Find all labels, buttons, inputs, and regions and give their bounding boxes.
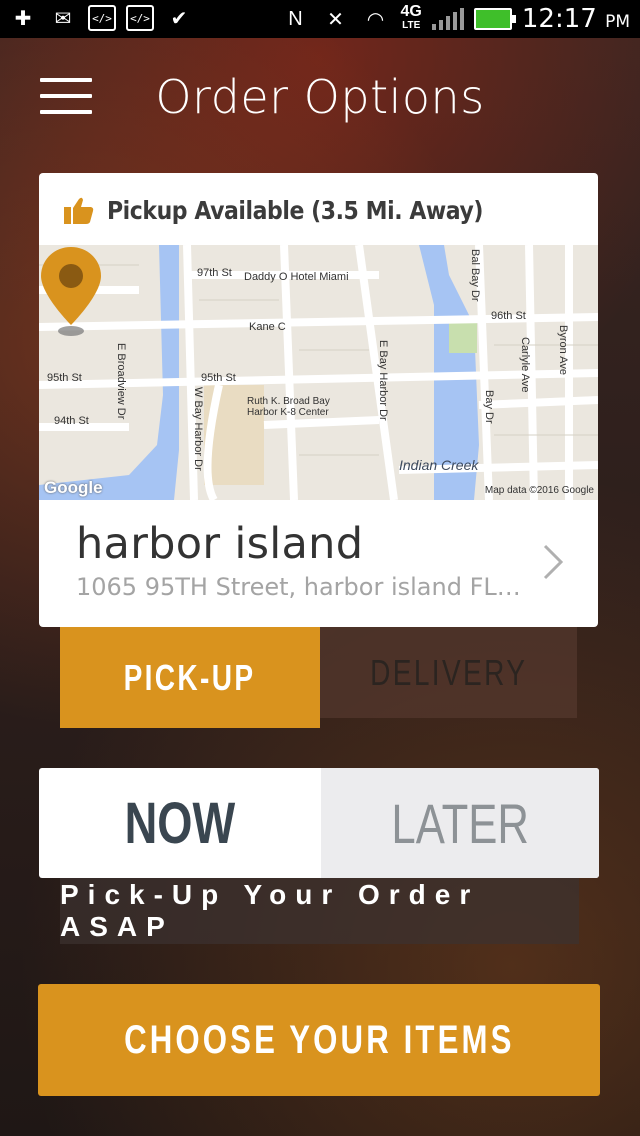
map-label: E Broadview Dr	[115, 343, 127, 420]
map-attribution: Map data ©2016 Google	[484, 485, 594, 496]
chevron-right-icon[interactable]	[542, 543, 564, 581]
page-title: Order Options	[155, 70, 485, 124]
store-name: harbor island	[76, 519, 364, 569]
wifi-icon: ◠	[366, 8, 385, 31]
signal-strength-icon	[431, 8, 464, 30]
choose-items-button[interactable]: CHOOSE YOUR ITEMS	[38, 984, 600, 1096]
add-notification-icon: ✚	[14, 7, 32, 30]
code-icon: </>	[88, 5, 116, 31]
store-info[interactable]: harbor island 1065 95TH Street, harbor i…	[76, 519, 526, 601]
map-label: W Bay Harbor Dr	[192, 387, 204, 471]
status-bar: ✚ ✉ </> </> ✔ N ✕ ◠ 4G LTE 12:17 PM	[0, 0, 640, 38]
google-logo: Google	[44, 478, 103, 497]
map-label: Byron Ave	[557, 325, 569, 375]
availability-text: Pickup Available (3.5 Mi. Away)	[107, 195, 484, 225]
nfc-icon: N	[288, 7, 303, 30]
store-address: 1065 95TH Street, harbor island FL 3...	[76, 573, 526, 601]
clock: 12:17 PM	[521, 4, 630, 34]
code-icon: </>	[126, 5, 154, 31]
map-label: 95th St	[201, 372, 236, 384]
muted-icon: ✕	[327, 8, 344, 31]
pickup-availability: Pickup Available (3.5 Mi. Away)	[63, 195, 534, 225]
now-tab[interactable]: NOW	[39, 768, 321, 878]
map-label: Kane C	[249, 321, 286, 333]
checkmark-icon: ✔	[170, 7, 188, 30]
map-label: Ruth K. Broad Bay	[247, 396, 330, 407]
map-label: E Bay Harbor Dr	[377, 340, 389, 421]
map-label: 97th St	[197, 267, 232, 279]
map-label: 96th St	[491, 310, 526, 322]
timing-toggle: NOW LATER	[39, 768, 599, 878]
map-label: 94th St	[54, 415, 89, 427]
later-tab[interactable]: LATER	[321, 768, 599, 878]
map-label: Harbor K-8 Center	[247, 407, 329, 418]
location-card: Pickup Available (3.5 Mi. Away) 97th St …	[39, 173, 598, 627]
timing-caption: Pick-Up Your Order ASAP	[60, 878, 579, 944]
map-label: 95th St	[47, 372, 82, 384]
delivery-tab[interactable]: DELIVERY	[320, 627, 577, 718]
location-pin-icon	[41, 247, 101, 336]
map-label: Bal Bay Dr	[469, 249, 481, 302]
map-label: Indian Creek	[399, 457, 479, 473]
pickup-tab[interactable]: PICK-UP	[60, 627, 320, 728]
battery-icon	[473, 8, 516, 30]
gmail-icon: ✉	[54, 7, 72, 30]
network-type: 4G LTE	[400, 3, 422, 32]
thumbs-up-icon	[64, 197, 94, 224]
map-label: Carlyle Ave	[519, 337, 531, 393]
store-map[interactable]: 97th St Daddy O Hotel Miami Bal Bay Dr 9…	[39, 245, 598, 500]
map-label: Bay Dr	[483, 390, 495, 424]
map-label: Daddy O Hotel Miami	[244, 271, 349, 283]
